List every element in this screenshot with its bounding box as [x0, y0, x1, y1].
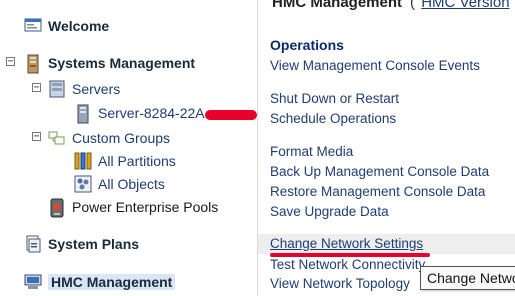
- shut-down-or-restart-link[interactable]: Shut Down or Restart: [270, 91, 399, 106]
- format-media-link[interactable]: Format Media: [270, 144, 353, 159]
- system-plans-icon: [24, 235, 42, 253]
- hmc-version-link[interactable]: HMC Version: [421, 0, 509, 11]
- nav-system-plans-label: System Plans: [48, 236, 140, 252]
- nav-server-item-label: Server-8284-22A: [98, 105, 205, 121]
- nav-all-partitions[interactable]: All Partitions: [74, 152, 176, 170]
- nav-hmc-management-label: HMC Management: [48, 274, 176, 290]
- custom-groups-icon: [48, 129, 66, 147]
- change-network-settings-link[interactable]: Change Network Settings: [258, 234, 515, 254]
- systems-management-icon: [24, 54, 42, 74]
- view-network-topology-link[interactable]: View Network Topology: [270, 276, 410, 291]
- nav-power-enterprise-pools[interactable]: Power Enterprise Pools: [48, 198, 219, 218]
- view-management-console-events-link[interactable]: View Management Console Events: [270, 58, 480, 73]
- nav-all-partitions-label: All Partitions: [98, 153, 176, 169]
- nav-systems-management[interactable]: Systems Management: [24, 54, 196, 74]
- title-paren: (: [410, 0, 416, 11]
- nav-hmc-management[interactable]: HMC Management: [24, 273, 176, 291]
- restore-console-data-link[interactable]: Restore Management Console Data: [270, 184, 485, 199]
- schedule-operations-link[interactable]: Schedule Operations: [270, 111, 396, 126]
- tooltip-text: Change Network Settings: [427, 270, 515, 286]
- all-partitions-icon: [74, 152, 92, 170]
- server-icon: [74, 104, 92, 124]
- page-title: HMC Management ( HMC Version: [272, 0, 510, 11]
- welcome-icon: [24, 17, 42, 35]
- navigation-tree: Welcome − Systems Management − Servers S…: [0, 0, 258, 296]
- power-enterprise-pools-icon: [48, 198, 66, 218]
- nav-all-objects[interactable]: All Objects: [74, 175, 165, 193]
- nav-welcome[interactable]: Welcome: [24, 17, 109, 35]
- nav-all-objects-label: All Objects: [98, 176, 165, 192]
- content-pane: HMC Management ( HMC Version Operations V…: [258, 0, 515, 296]
- tooltip: Change Network Settings: [420, 266, 515, 290]
- nav-power-enterprise-pools-label: Power Enterprise Pools: [72, 199, 219, 215]
- nav-system-plans[interactable]: System Plans: [24, 235, 139, 253]
- systems-management-collapse-icon[interactable]: −: [6, 57, 15, 67]
- nav-custom-groups[interactable]: Custom Groups: [48, 129, 170, 147]
- custom-groups-collapse-icon[interactable]: −: [32, 132, 41, 142]
- test-network-connectivity-link[interactable]: Test Network Connectivity: [270, 257, 425, 272]
- redaction-mark: [205, 110, 257, 120]
- servers-collapse-icon[interactable]: −: [32, 83, 41, 93]
- nav-systems-management-label: Systems Management: [48, 55, 196, 71]
- nav-servers-label: Servers: [72, 81, 121, 97]
- page-title-text: HMC Management: [272, 0, 403, 11]
- nav-server-item[interactable]: Server-8284-22A: [74, 104, 205, 124]
- operations-heading: Operations: [270, 37, 344, 53]
- all-objects-icon: [74, 175, 92, 193]
- nav-servers[interactable]: Servers: [48, 80, 120, 98]
- servers-icon: [48, 80, 66, 98]
- nav-custom-groups-label: Custom Groups: [72, 130, 171, 146]
- nav-welcome-label: Welcome: [48, 18, 110, 34]
- save-upgrade-data-link[interactable]: Save Upgrade Data: [270, 204, 389, 219]
- hmc-management-icon: [24, 273, 42, 291]
- back-up-console-data-link[interactable]: Back Up Management Console Data: [270, 164, 489, 179]
